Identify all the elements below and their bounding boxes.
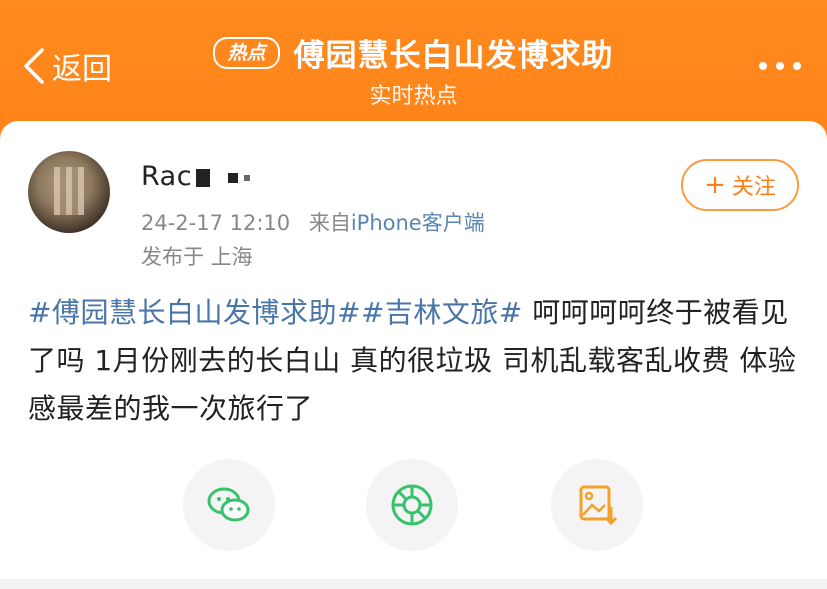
follow-button[interactable]: + 关注 <box>681 159 799 211</box>
avatar-mosaic <box>54 167 84 215</box>
top-bar: 返回 热点 傅园慧长白山发博求助 实时热点 <box>0 0 827 122</box>
page-title: 傅园慧长白山发博求助 <box>293 38 614 74</box>
hashtag-link[interactable]: #吉林文旅# <box>361 296 523 329</box>
page-subtitle: 实时热点 <box>369 84 458 109</box>
more-options-button[interactable] <box>759 62 801 70</box>
wechat-icon <box>207 487 250 522</box>
dot-icon <box>759 62 767 70</box>
redaction-mark <box>244 175 251 181</box>
post-meta: 24-2-17 12:10 来自iPhone客户端 <box>141 207 485 237</box>
post-card: Rac 24-2-17 12:10 来自iPhone客户端 发布于 上海 + 关… <box>0 121 827 589</box>
redaction-mark <box>228 173 239 183</box>
plus-icon: + <box>704 170 726 200</box>
dot-icon <box>776 62 784 70</box>
source-prefix: 来自 <box>308 211 351 235</box>
follow-label: 关注 <box>731 175 776 200</box>
hashtag-link[interactable]: #傅园慧长白山发博求助# <box>28 296 361 329</box>
dot-icon <box>793 62 801 70</box>
username[interactable]: Rac <box>141 161 251 192</box>
redaction-mark <box>196 169 211 187</box>
username-text: Rac <box>141 161 193 192</box>
post-source[interactable]: iPhone客户端 <box>351 211 485 235</box>
share-wechat-button[interactable] <box>183 459 275 551</box>
save-image-icon <box>579 485 618 526</box>
hot-badge: 热点 <box>213 36 280 69</box>
save-image-button[interactable] <box>551 459 643 551</box>
moments-icon <box>391 484 433 526</box>
post-content: #傅园慧长白山发博求助##吉林文旅# 呵呵呵呵终于被看见了吗 1月份刚去的长白山… <box>28 289 808 433</box>
title-row: 热点 傅园慧长白山发博求助 <box>0 30 827 75</box>
share-moments-button[interactable] <box>366 459 458 551</box>
post-time: 24-2-17 12:10 <box>141 211 291 235</box>
avatar[interactable] <box>28 151 110 233</box>
post-location: 发布于 上海 <box>141 245 253 269</box>
bottom-divider <box>0 579 827 589</box>
